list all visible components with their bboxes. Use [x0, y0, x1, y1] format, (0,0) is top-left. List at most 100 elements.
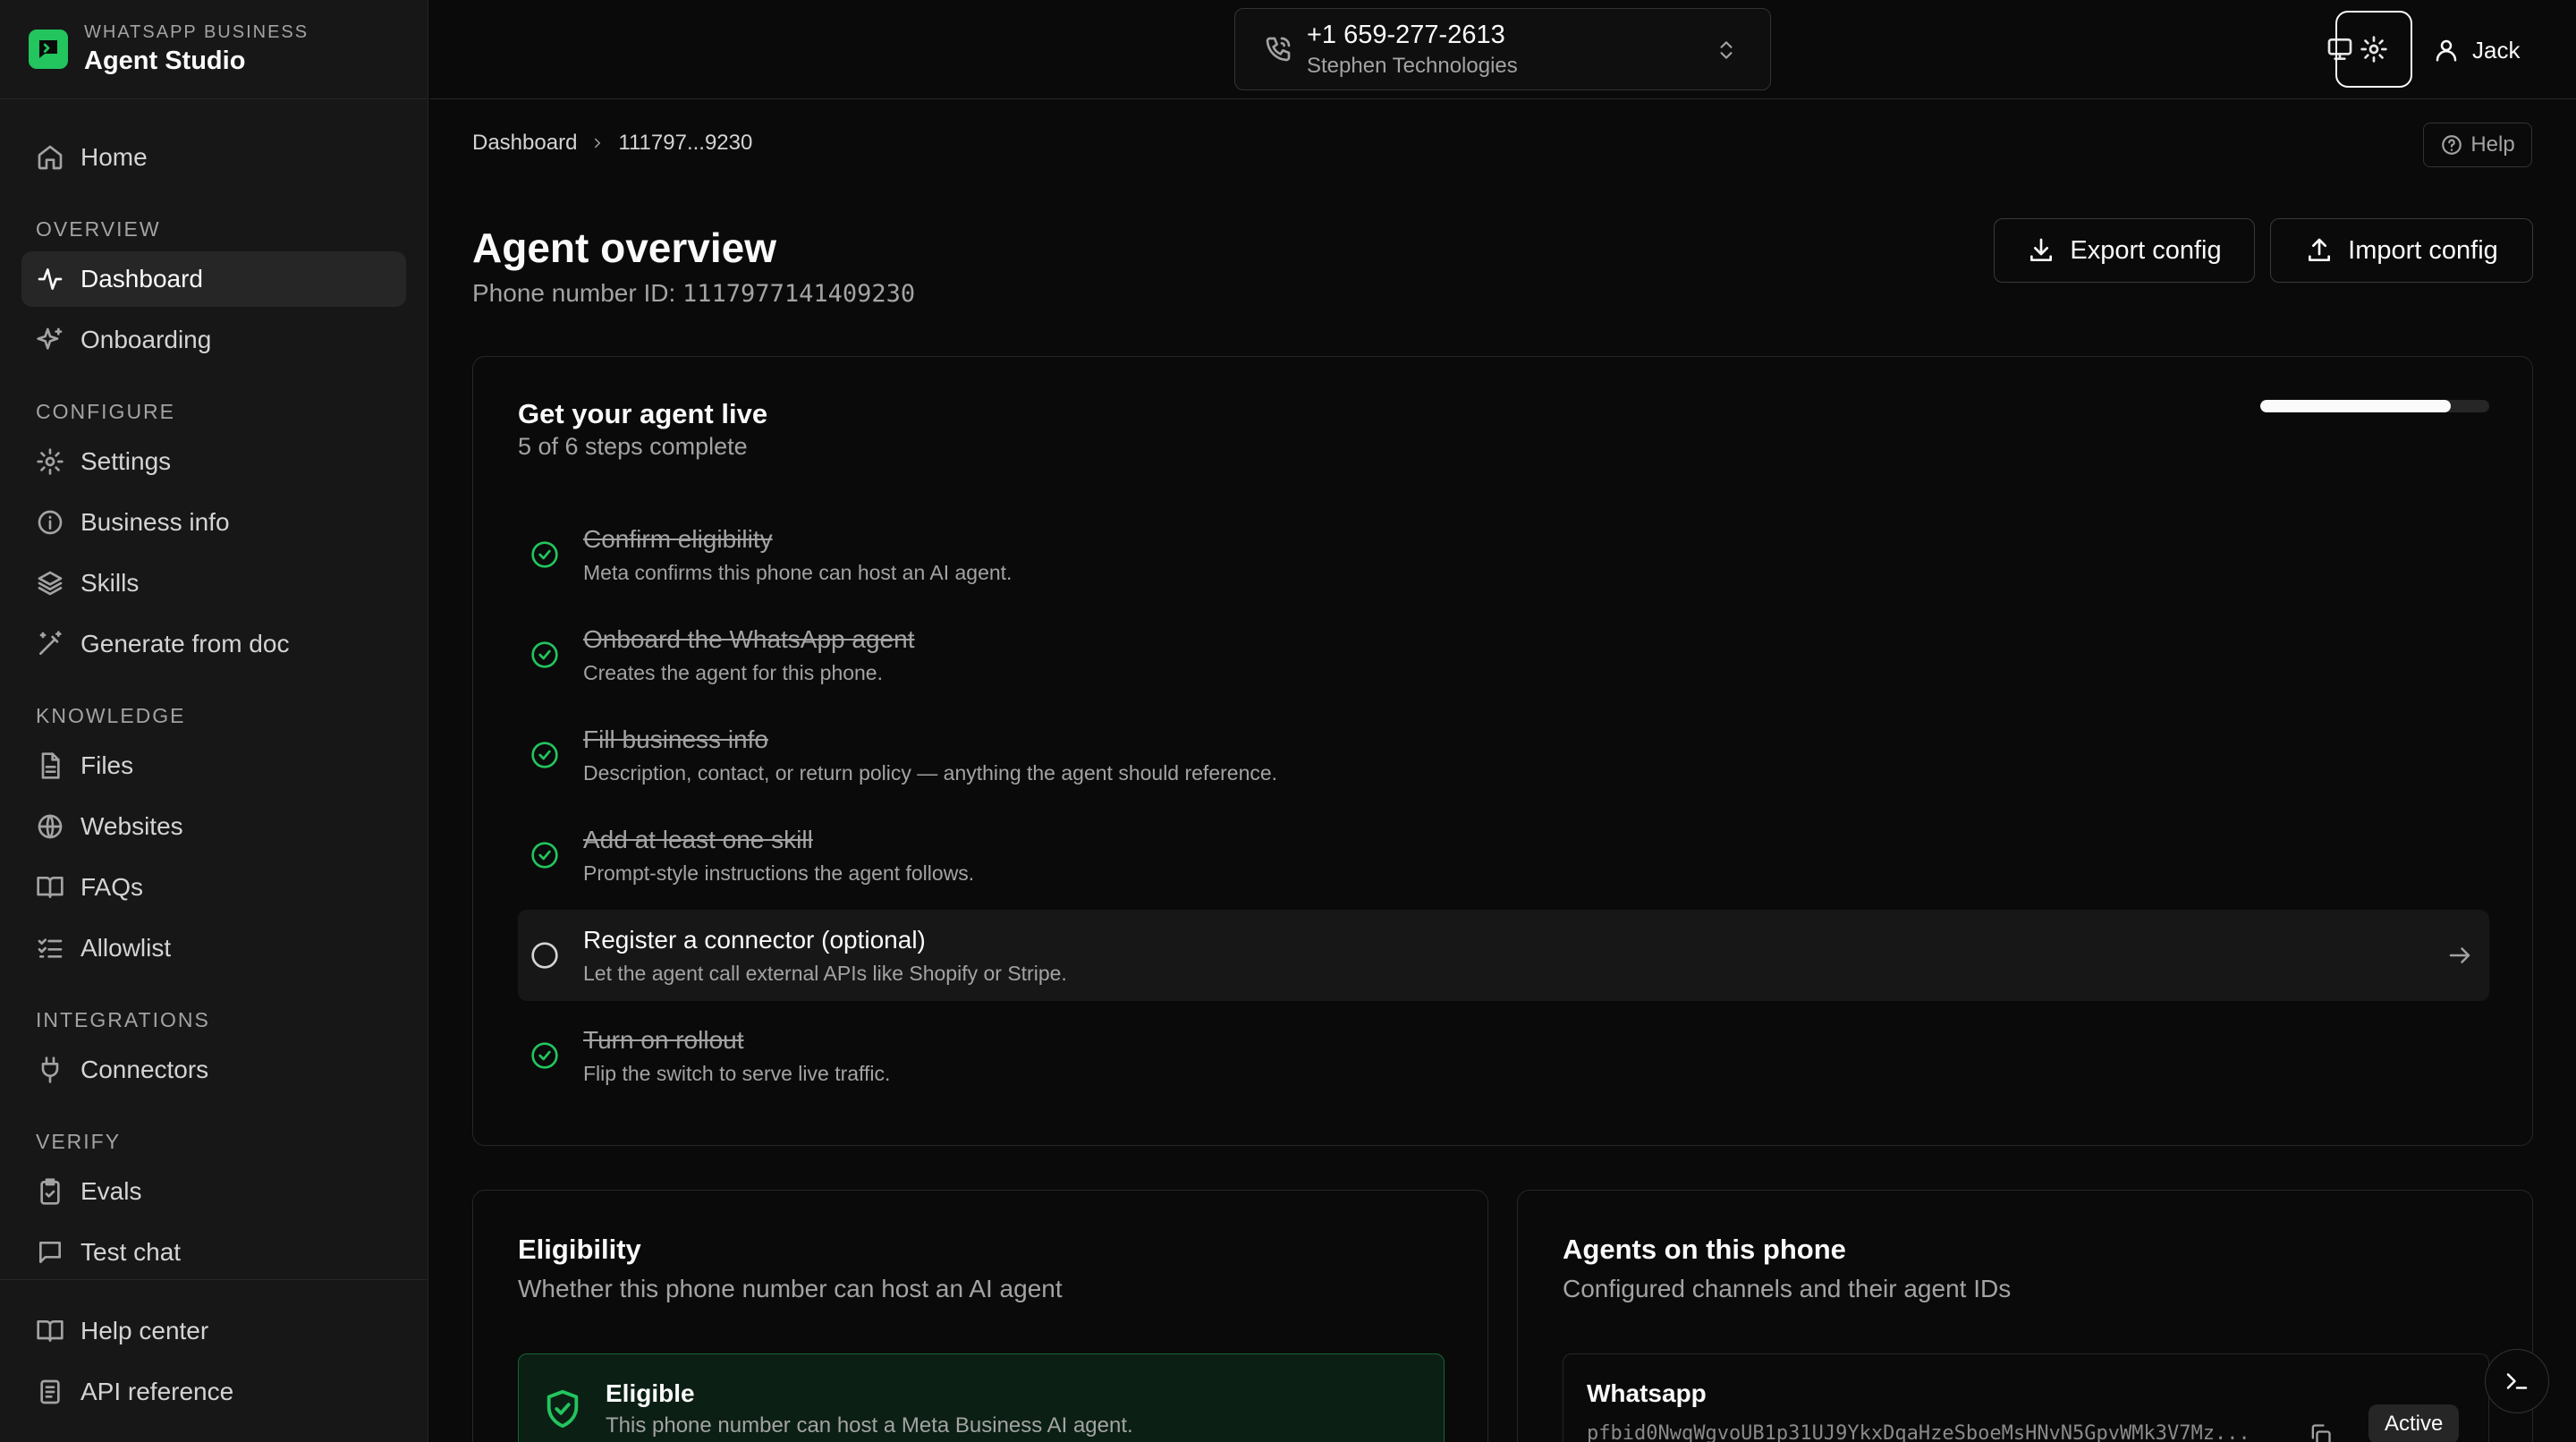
list-checks-icon: [38, 938, 63, 958]
step-item-current[interactable]: Register a connector (optional) Let the …: [518, 910, 2489, 1001]
copy-icon[interactable]: [2308, 1422, 2333, 1442]
progress-bar: [2260, 400, 2489, 412]
phone-icon: [1266, 37, 1291, 62]
step-item[interactable]: Turn on rollout Flip the switch to serve…: [518, 1010, 2489, 1101]
agent-id: pfbid0NwqWgvoUB1p31UJ9YkxDqaHzeSboeMsHNv…: [1587, 1422, 2250, 1442]
sidebar-item-websites[interactable]: Websites: [21, 799, 406, 854]
file-icon: [41, 752, 60, 779]
step-description: Prompt-style instructions the agent foll…: [583, 861, 975, 885]
step-item[interactable]: Fill business info Description, contact,…: [518, 709, 2489, 801]
sidebar-item-business-info[interactable]: Business info: [21, 495, 406, 550]
step-item[interactable]: Onboard the WhatsApp agent Creates the a…: [518, 609, 2489, 700]
sidebar-item-home[interactable]: Home: [21, 130, 406, 185]
chevron-right-icon: [595, 138, 601, 148]
sidebar-item-label: Onboarding: [80, 326, 212, 353]
phone-id-label: Phone number ID:: [472, 279, 676, 307]
check-circle-icon: [531, 742, 558, 768]
download-icon: [2030, 238, 2053, 261]
company-name: Stephen Technologies: [1307, 53, 1518, 78]
help-button[interactable]: Help: [2423, 123, 2532, 167]
sidebar-item-label: Help center: [80, 1317, 209, 1344]
page-subtitle: Phone number ID: 1117977141409230: [472, 279, 915, 308]
sidebar-item-api-reference[interactable]: API reference: [21, 1364, 406, 1420]
step-item[interactable]: Add at least one skill Prompt-style inst…: [518, 810, 2489, 901]
sidebar-item-test-chat[interactable]: Test chat: [21, 1225, 406, 1280]
step-description: Let the agent call external APIs like Sh…: [583, 962, 1067, 985]
sidebar-item-faqs[interactable]: FAQs: [21, 860, 406, 915]
agent-channel: Whatsapp: [1587, 1379, 1707, 1407]
breadcrumb-root[interactable]: Dashboard: [472, 131, 577, 156]
sidebar-item-label: Skills: [80, 569, 140, 597]
step-description: Meta confirms this phone can host an AI …: [583, 561, 1013, 584]
sidebar-item-label: FAQs: [80, 873, 144, 901]
import-config-button[interactable]: Import config: [2270, 218, 2533, 283]
agents-card: Agents on this phone Configured channels…: [1517, 1190, 2533, 1442]
sidebar-item-label: Home: [80, 143, 148, 171]
terminal-icon: [2506, 1373, 2528, 1389]
phone-switcher[interactable]: +1 659-277-2613 Stephen Technologies: [1234, 8, 1771, 90]
phone-number: +1 659-277-2613: [1307, 20, 1505, 49]
steps-card-subtitle: 5 of 6 steps complete: [518, 433, 748, 460]
whatsapp-logo-icon: [29, 30, 68, 69]
sidebar-item-evals[interactable]: Evals: [21, 1164, 406, 1219]
export-config-button[interactable]: Export config: [1994, 218, 2255, 283]
activity-icon: [38, 268, 63, 290]
agent-row: Whatsapp pfbid0NwqWgvoUB1p31UJ9YkxDqaHze…: [1563, 1353, 2489, 1442]
sidebar-item-label: Generate from doc: [80, 630, 290, 657]
eligibility-subtitle: Whether this phone number can host an AI…: [518, 1275, 1063, 1302]
sidebar-item-allowlist[interactable]: Allowlist: [21, 920, 406, 976]
home-icon: [38, 145, 63, 170]
sidebar-item-help-center[interactable]: Help center: [21, 1303, 406, 1359]
step-title: Confirm eligibility: [583, 525, 773, 553]
step-item[interactable]: Confirm eligibility Meta confirms this p…: [518, 509, 2489, 600]
document-icon: [40, 1379, 60, 1404]
magic-wand-icon: [39, 631, 62, 655]
user-icon: [2436, 39, 2457, 62]
brand-title: Agent Studio: [84, 47, 246, 75]
section-integrations: INTEGRATIONS: [36, 1008, 210, 1031]
step-description: Creates the agent for this phone.: [583, 661, 883, 684]
check-circle-icon: [531, 1042, 558, 1069]
step-title: Fill business info: [583, 725, 768, 753]
agents-title: Agents on this phone: [1563, 1234, 1846, 1265]
breadcrumb: Dashboard 111797...9230: [472, 131, 752, 156]
step-description: Flip the switch to serve live traffic.: [583, 1062, 891, 1085]
section-verify: VERIFY: [36, 1130, 122, 1153]
page-title: Agent overview: [472, 225, 776, 271]
step-title: Add at least one skill: [583, 826, 813, 853]
sidebar-item-label: Settings: [80, 447, 172, 475]
sidebar-item-connectors[interactable]: Connectors: [21, 1042, 406, 1098]
sidebar-item-label: Files: [80, 751, 134, 779]
section-overview: OVERVIEW: [36, 217, 161, 241]
sidebar-item-label: Connectors: [80, 1056, 209, 1083]
chevrons-up-down-icon: [1720, 41, 1733, 59]
check-circle-icon: [531, 541, 558, 568]
help-circle-icon: [2442, 135, 2462, 155]
step-title: Onboard the WhatsApp agent: [583, 625, 915, 653]
sidebar-item-settings[interactable]: Settings: [21, 434, 406, 489]
settings-button[interactable]: [2335, 11, 2412, 88]
globe-icon: [38, 814, 63, 839]
sidebar-item-files[interactable]: Files: [21, 738, 406, 793]
progress-bar-fill: [2260, 400, 2452, 412]
eligibility-status: Eligible: [606, 1379, 695, 1407]
info-icon: [38, 510, 63, 535]
sidebar-item-generate-from-doc[interactable]: Generate from doc: [21, 616, 406, 672]
status-badge: Active: [2368, 1404, 2460, 1442]
agents-subtitle: Configured channels and their agent IDs: [1563, 1275, 2012, 1302]
user-menu-button[interactable]: Jack: [2433, 18, 2520, 82]
help-label: Help: [2470, 132, 2515, 157]
breadcrumb-current: 111797...9230: [618, 131, 753, 155]
steps-card-title: Get your agent live: [518, 398, 768, 429]
sparkles-icon: [37, 327, 63, 350]
book-open-icon: [37, 1320, 64, 1342]
sidebar-item-label: Allowlist: [80, 934, 172, 962]
step-title: Turn on rollout: [583, 1026, 744, 1054]
terminal-button[interactable]: [2485, 1349, 2549, 1413]
clipboard-check-icon: [40, 1178, 60, 1205]
sidebar-item-skills[interactable]: Skills: [21, 556, 406, 611]
sidebar-item-dashboard[interactable]: Dashboard: [21, 251, 406, 307]
sidebar-item-onboarding[interactable]: Onboarding: [21, 312, 406, 368]
topbar: +1 659-277-2613 Stephen Technologies Jac…: [429, 0, 2576, 99]
section-knowledge: KNOWLEDGE: [36, 704, 186, 727]
